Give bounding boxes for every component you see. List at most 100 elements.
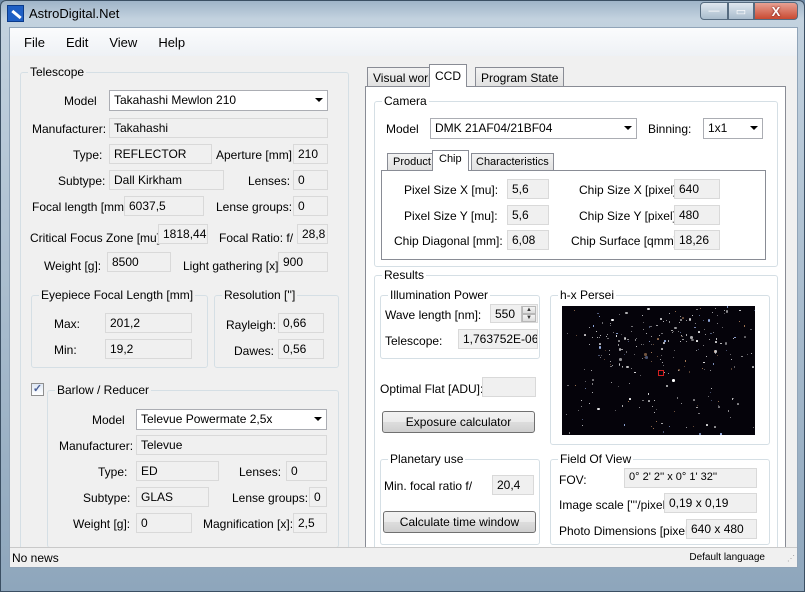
star — [662, 362, 664, 364]
star — [706, 424, 708, 426]
star — [679, 321, 681, 323]
star — [608, 350, 610, 352]
star — [636, 338, 638, 340]
star — [703, 345, 705, 347]
star — [734, 336, 736, 339]
light-gathering-field: 900 — [278, 252, 328, 272]
resize-grip-icon[interactable]: ⋰ — [787, 554, 795, 563]
binning-label: Binning: — [648, 122, 692, 136]
subtab-product[interactable]: Product — [387, 153, 437, 171]
chip-surface-field: 18,26 — [674, 230, 720, 250]
spin-up-icon[interactable]: ▲ — [522, 306, 536, 314]
image-group: h-x Persei — [550, 288, 770, 445]
barlow-checkbox[interactable]: ✓ — [31, 383, 44, 396]
star — [634, 339, 637, 341]
image-scale-field: 0,19 x 0,19 — [664, 493, 757, 513]
light-gathering-label: Light gathering [x]: — [183, 259, 282, 273]
minimize-button[interactable]: — — [700, 2, 728, 20]
star — [634, 371, 636, 374]
star — [673, 330, 675, 332]
camera-model-select[interactable]: DMK 21AF04/21BF04 — [430, 118, 637, 139]
fov-group: Field Of View FOV: 0° 2' 2'' x 0° 1' 32'… — [550, 452, 770, 545]
planetary-group-label: Planetary use — [388, 452, 466, 466]
star — [626, 365, 629, 369]
star — [667, 340, 670, 342]
wavelength-spinner[interactable]: 550 ▲ ▼ — [490, 304, 538, 323]
exposure-calculator-button[interactable]: Exposure calculator — [382, 411, 535, 433]
menu-edit[interactable]: Edit — [66, 35, 88, 50]
star — [567, 384, 569, 387]
star — [743, 325, 746, 327]
barlow-lense-groups-label: Lense groups: — [232, 491, 309, 505]
wavelength-value: 550 — [495, 307, 516, 321]
star — [592, 337, 594, 339]
pixel-size-x-field: 5,6 — [507, 179, 549, 199]
camera-model-label: Model — [386, 122, 419, 136]
star — [565, 413, 567, 415]
maximize-button[interactable]: ▭ — [728, 2, 754, 20]
spinner-buttons[interactable]: ▲ ▼ — [521, 306, 536, 322]
chip-tab-panel: Pixel Size X [mu]: 5,6 Pixel Size Y [mu]… — [381, 170, 766, 260]
chevron-down-icon — [624, 126, 632, 130]
star — [674, 326, 677, 330]
star — [599, 343, 601, 345]
menu-file[interactable]: File — [24, 35, 45, 50]
barlow-model-select[interactable]: Televue Powermate 2,5x — [136, 409, 327, 430]
star — [628, 382, 630, 384]
star — [614, 409, 616, 411]
star — [584, 369, 586, 371]
spin-down-icon[interactable]: ▼ — [522, 314, 536, 322]
subtype-field: Dall Kirkham — [109, 170, 224, 190]
manufacturer-label: Manufacturer: — [32, 122, 107, 136]
star — [611, 318, 614, 322]
star — [718, 406, 720, 408]
weight-field: 8500 — [107, 252, 171, 272]
star — [715, 308, 717, 310]
calculate-time-window-button[interactable]: Calculate time window — [383, 511, 536, 533]
telescope-power-field: 1,763752E-06 — [458, 329, 538, 349]
star — [710, 399, 713, 402]
tab-program-state[interactable]: Program State — [475, 67, 565, 87]
star — [590, 369, 593, 372]
telescope-power-label: Telescope: — [385, 334, 443, 348]
star — [663, 320, 665, 322]
star — [645, 332, 647, 334]
title-bar[interactable]: AstroDigital.Net — ▭ X — [1, 1, 804, 27]
star — [662, 431, 665, 433]
star — [647, 307, 650, 311]
min-focal-ratio-label: Min. focal ratio f/ — [384, 479, 473, 493]
star — [717, 354, 719, 356]
lenses-label: Lenses: — [248, 174, 291, 188]
binning-select[interactable]: 1x1 — [703, 118, 763, 139]
star — [581, 406, 583, 408]
star — [656, 356, 658, 358]
star — [599, 334, 601, 336]
star — [679, 316, 681, 318]
star — [656, 408, 658, 410]
subtab-product-label: Product — [393, 156, 431, 168]
chip-size-x-label: Chip Size X [pixel]: — [579, 183, 680, 197]
tab-ccd[interactable]: CCD — [429, 64, 467, 87]
star — [683, 365, 685, 367]
star — [654, 411, 656, 413]
star — [639, 375, 641, 377]
star — [599, 315, 601, 317]
subtab-characteristics[interactable]: Characteristics — [471, 153, 554, 171]
star — [600, 356, 602, 358]
photo-dimensions-label: Photo Dimensions [pixel]: — [559, 524, 695, 538]
telescope-model-select[interactable]: Takahashi Mewlon 210 — [109, 90, 328, 111]
close-button[interactable]: X — [754, 2, 798, 20]
subtab-chip[interactable]: Chip — [432, 150, 469, 171]
star — [741, 355, 743, 358]
star — [604, 350, 606, 352]
star — [650, 361, 652, 363]
barlow-lenses-label: Lenses: — [239, 465, 282, 479]
star — [661, 354, 663, 356]
menu-help[interactable]: Help — [158, 35, 185, 50]
star — [698, 331, 700, 333]
focal-ratio-label: Focal Ratio: f/ — [219, 231, 294, 245]
menu-view[interactable]: View — [109, 35, 137, 50]
star — [727, 410, 730, 412]
window-title: AstroDigital.Net — [29, 6, 120, 21]
dawes-field: 0,56 — [278, 339, 324, 359]
